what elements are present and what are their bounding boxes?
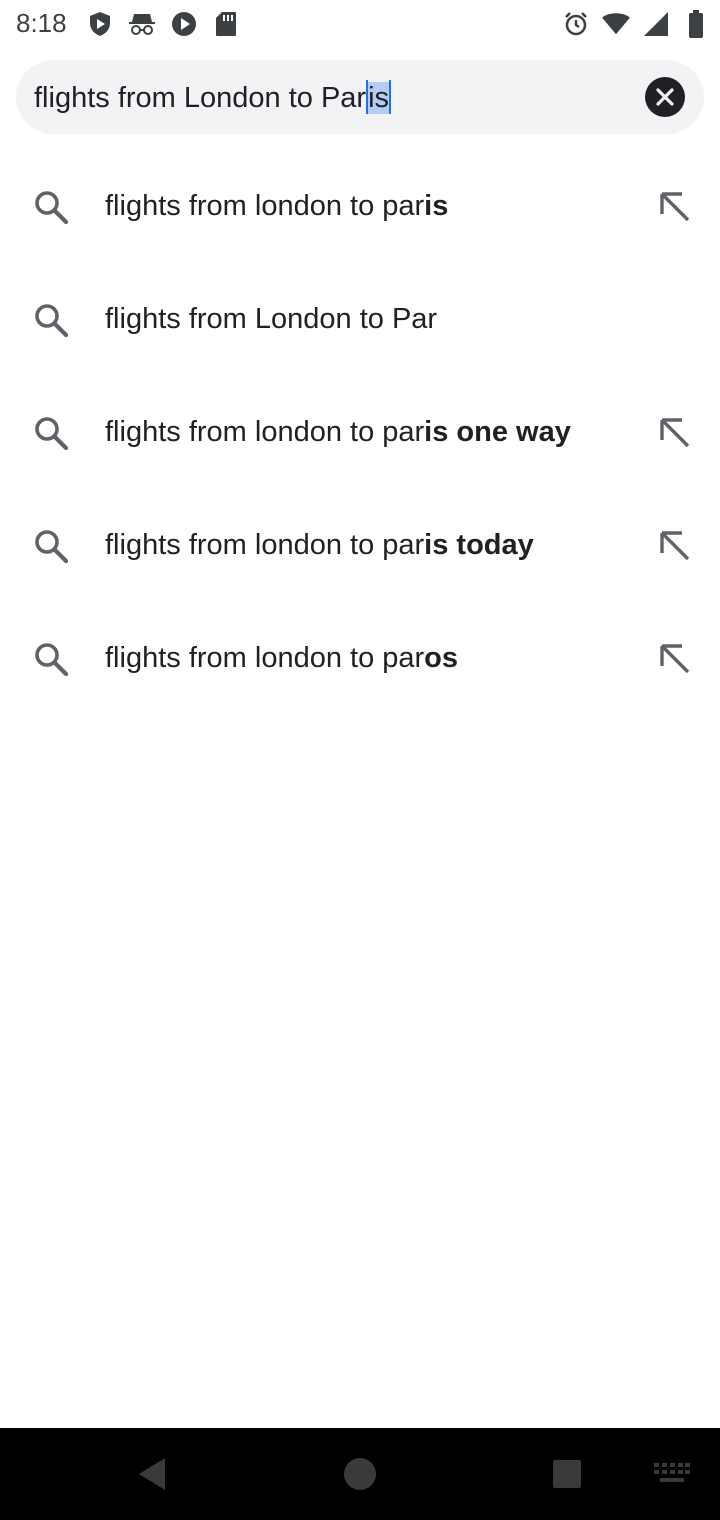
fill-query-arrow-icon[interactable] xyxy=(656,188,692,224)
suggestion-label: flights from london to paris xyxy=(105,190,449,222)
alarm-icon xyxy=(562,10,590,38)
suggestion-label: flights from london to paros xyxy=(105,642,459,674)
suggestion-item[interactable]: flights from london to paris xyxy=(0,150,720,262)
shield-play-icon xyxy=(86,10,114,38)
search-icon xyxy=(35,417,69,451)
suggestion-item[interactable]: flights from London to Par xyxy=(0,263,720,375)
search-bar[interactable]: flights from London to Paris xyxy=(16,60,704,134)
suggestion-item[interactable]: flights from london to paris one way xyxy=(0,376,720,488)
wifi-icon xyxy=(602,10,630,38)
fill-query-arrow-icon[interactable] xyxy=(656,527,692,563)
clear-search-button[interactable] xyxy=(645,77,685,117)
back-icon xyxy=(139,1458,165,1490)
search-icon xyxy=(35,304,69,338)
fill-query-arrow-icon[interactable] xyxy=(656,640,692,676)
battery-icon xyxy=(682,10,710,38)
close-icon xyxy=(656,88,674,106)
status-right-icons xyxy=(562,6,710,42)
recents-icon xyxy=(553,1460,581,1488)
recents-button[interactable] xyxy=(547,1454,587,1494)
search-icon xyxy=(35,191,69,225)
back-button[interactable] xyxy=(132,1454,172,1494)
suggestion-item[interactable]: flights from london to paros xyxy=(0,602,720,714)
status-bar: 8:18 xyxy=(0,0,720,50)
keyboard-icon xyxy=(654,1463,690,1482)
suggestion-label: flights from London to Par xyxy=(105,303,438,335)
search-query-selection: is xyxy=(368,82,390,114)
search-query-text: flights from London to Par xyxy=(34,82,367,114)
search-input[interactable]: flights from London to Paris xyxy=(34,60,392,134)
navigation-bar xyxy=(0,1428,720,1520)
keyboard-button[interactable] xyxy=(652,1454,692,1494)
suggestion-label: flights from london to paris one way xyxy=(105,416,571,448)
home-button[interactable] xyxy=(340,1454,380,1494)
signal-icon xyxy=(642,10,670,38)
home-icon xyxy=(344,1458,376,1490)
text-cursor-end xyxy=(389,80,392,115)
play-protect-icon xyxy=(170,10,198,38)
sd-card-icon xyxy=(212,10,240,38)
fill-query-arrow-icon[interactable] xyxy=(656,414,692,450)
suggestion-label: flights from london to paris today xyxy=(105,529,534,561)
incognito-icon xyxy=(128,10,156,38)
search-icon xyxy=(35,530,69,564)
status-left-icons xyxy=(86,6,240,42)
search-icon xyxy=(35,643,69,677)
status-time: 8:18 xyxy=(16,8,67,38)
suggestion-item[interactable]: flights from london to paris today xyxy=(0,489,720,601)
